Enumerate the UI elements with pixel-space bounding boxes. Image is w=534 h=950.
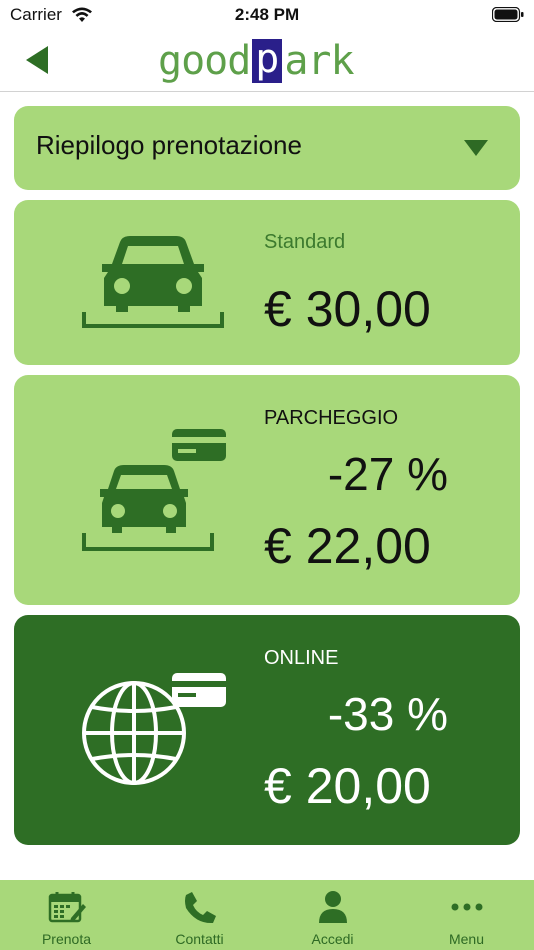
rate-name: PARCHEGGIO [264,407,399,429]
rate-price: € 22,00 [264,518,431,574]
tab-label: Accedi [311,931,354,947]
rate-card-online[interactable]: ONLINE -33 % € 20,00 [14,615,520,845]
logo-box-letter: p [252,39,283,83]
user-icon [318,891,347,923]
booking-summary-dropdown[interactable]: Riepilogo prenotazione [14,106,520,190]
rate-name: ONLINE [264,647,339,669]
chevron-down-icon [464,140,488,156]
rate-name: Standard [264,231,346,253]
tab-accedi[interactable]: Accedi [266,880,399,950]
rate-price: € 30,00 [264,281,431,337]
rate-card-standard[interactable]: Standard € 30,00 [14,200,520,365]
rate-card-parcheggio[interactable]: PARCHEGGIO -27 % € 22,00 [14,375,520,605]
logo-text-right: ark [284,38,354,84]
summary-label: Riepilogo prenotazione [36,130,302,160]
tab-prenota[interactable]: Prenota [0,880,133,950]
car-parking-card-icon [82,429,226,551]
back-arrow-icon[interactable] [22,42,54,78]
more-icon [451,903,482,911]
car-parking-icon [82,236,224,328]
clock: 2:48 PM [234,5,300,24]
tab-menu[interactable]: Menu [400,880,533,950]
tab-contatti[interactable]: Contatti [133,880,266,950]
battery-icon [492,7,524,22]
status-bar: Carrier 2:48 PM [0,0,534,30]
tab-label: Menu [448,931,485,947]
tab-label: Contatti [175,931,224,947]
goodpark-logo: good p ark [158,38,355,84]
tab-bar: Prenota Contatti Accedi Menu [0,880,534,950]
rate-price: € 20,00 [264,758,431,814]
globe-card-icon [82,673,226,785]
calendar-icon [48,892,86,923]
rate-discount: -33 % [327,688,448,740]
rate-discount: -27 % [327,448,448,500]
nav-header: good p ark [0,30,534,92]
logo-text-left: good [158,38,251,84]
phone-icon [184,892,216,924]
tab-label: Prenota [41,931,92,947]
